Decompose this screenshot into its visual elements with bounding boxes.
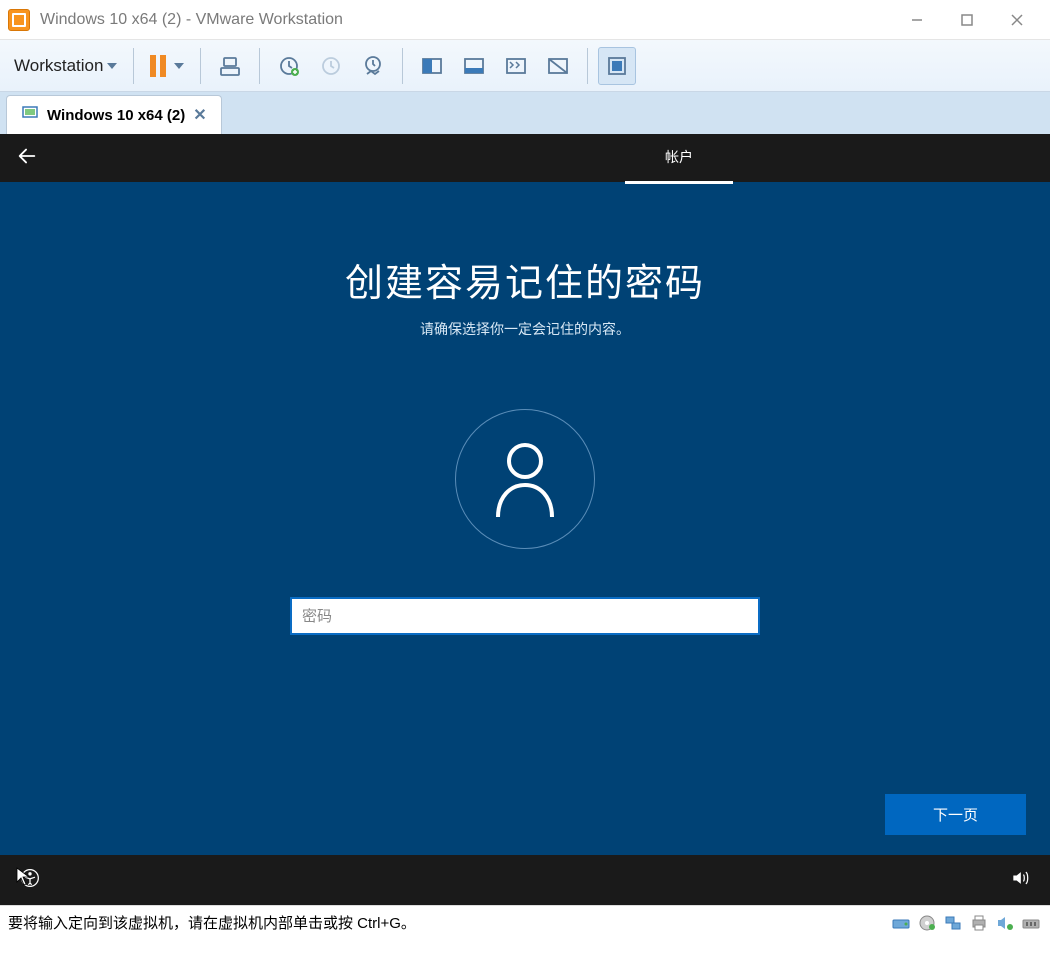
status-message: 要将输入定向到该虚拟机，请在虚拟机内部单击或按 Ctrl+G。 (8, 912, 890, 933)
separator (259, 48, 260, 84)
window-controls (892, 1, 1042, 39)
view-library-button[interactable] (598, 47, 636, 85)
status-bar: 要将输入定向到该虚拟机，请在虚拟机内部单击或按 Ctrl+G。 (0, 905, 1050, 939)
vm-display[interactable]: 帐户 创建容易记住的密码 请确保选择你一定会记住的内容。 下一页 (0, 134, 1050, 905)
status-icons (890, 913, 1042, 933)
network-icon[interactable] (942, 913, 964, 933)
sound-icon[interactable] (994, 913, 1016, 933)
oobe-body: 创建容易记住的密码 请确保选择你一定会记住的内容。 (0, 182, 1050, 852)
oobe-subtitle: 请确保选择你一定会记住的内容。 (420, 319, 630, 339)
separator (402, 48, 403, 84)
app-icon (8, 9, 30, 31)
vm-tab[interactable]: Windows 10 x64 (2) ✕ (6, 95, 222, 134)
maximize-button[interactable] (942, 1, 992, 39)
oobe-title: 创建容易记住的密码 (345, 252, 705, 307)
snapshot-revert-button[interactable] (312, 47, 350, 85)
vm-tab-label: Windows 10 x64 (2) (47, 107, 185, 124)
oobe-footer (0, 855, 1050, 905)
volume-button[interactable] (1010, 868, 1030, 893)
send-ctrl-alt-del-button[interactable] (211, 47, 249, 85)
account-tab[interactable]: 帐户 (625, 133, 733, 184)
cd-icon[interactable] (916, 913, 938, 933)
window-titlebar: Windows 10 x64 (2) - VMware Workstation (0, 0, 1050, 40)
minimize-button[interactable] (892, 1, 942, 39)
mouse-cursor-icon (16, 867, 30, 887)
chevron-down-icon (107, 63, 117, 69)
workstation-menu-label: Workstation (14, 56, 103, 76)
view-fullscreen-button[interactable] (455, 47, 493, 85)
user-avatar-icon (455, 409, 595, 549)
tab-strip: Windows 10 x64 (2) ✕ (0, 92, 1050, 134)
toolbar: Workstation (0, 40, 1050, 92)
view-unity-button[interactable] (497, 47, 535, 85)
chevron-down-icon (174, 63, 184, 69)
separator (200, 48, 201, 84)
separator (587, 48, 588, 84)
close-button[interactable] (992, 1, 1042, 39)
pause-icon (150, 55, 166, 77)
oobe-header: 帐户 (0, 134, 1050, 182)
password-input[interactable] (290, 597, 760, 635)
disk-icon[interactable] (890, 913, 912, 933)
vm-tab-icon (21, 104, 39, 126)
printer-icon[interactable] (968, 913, 990, 933)
back-button[interactable] (16, 145, 38, 172)
tab-close-icon[interactable]: ✕ (193, 105, 206, 125)
snapshot-take-button[interactable] (270, 47, 308, 85)
view-stretch-button[interactable] (539, 47, 577, 85)
snapshot-manager-button[interactable] (354, 47, 392, 85)
view-console-button[interactable] (413, 47, 451, 85)
window-title: Windows 10 x64 (2) - VMware Workstation (40, 11, 892, 29)
usb-icon[interactable] (1020, 913, 1042, 933)
pause-button[interactable] (144, 55, 190, 77)
next-button[interactable]: 下一页 (885, 794, 1026, 835)
separator (133, 48, 134, 84)
workstation-menu[interactable]: Workstation (8, 52, 123, 80)
